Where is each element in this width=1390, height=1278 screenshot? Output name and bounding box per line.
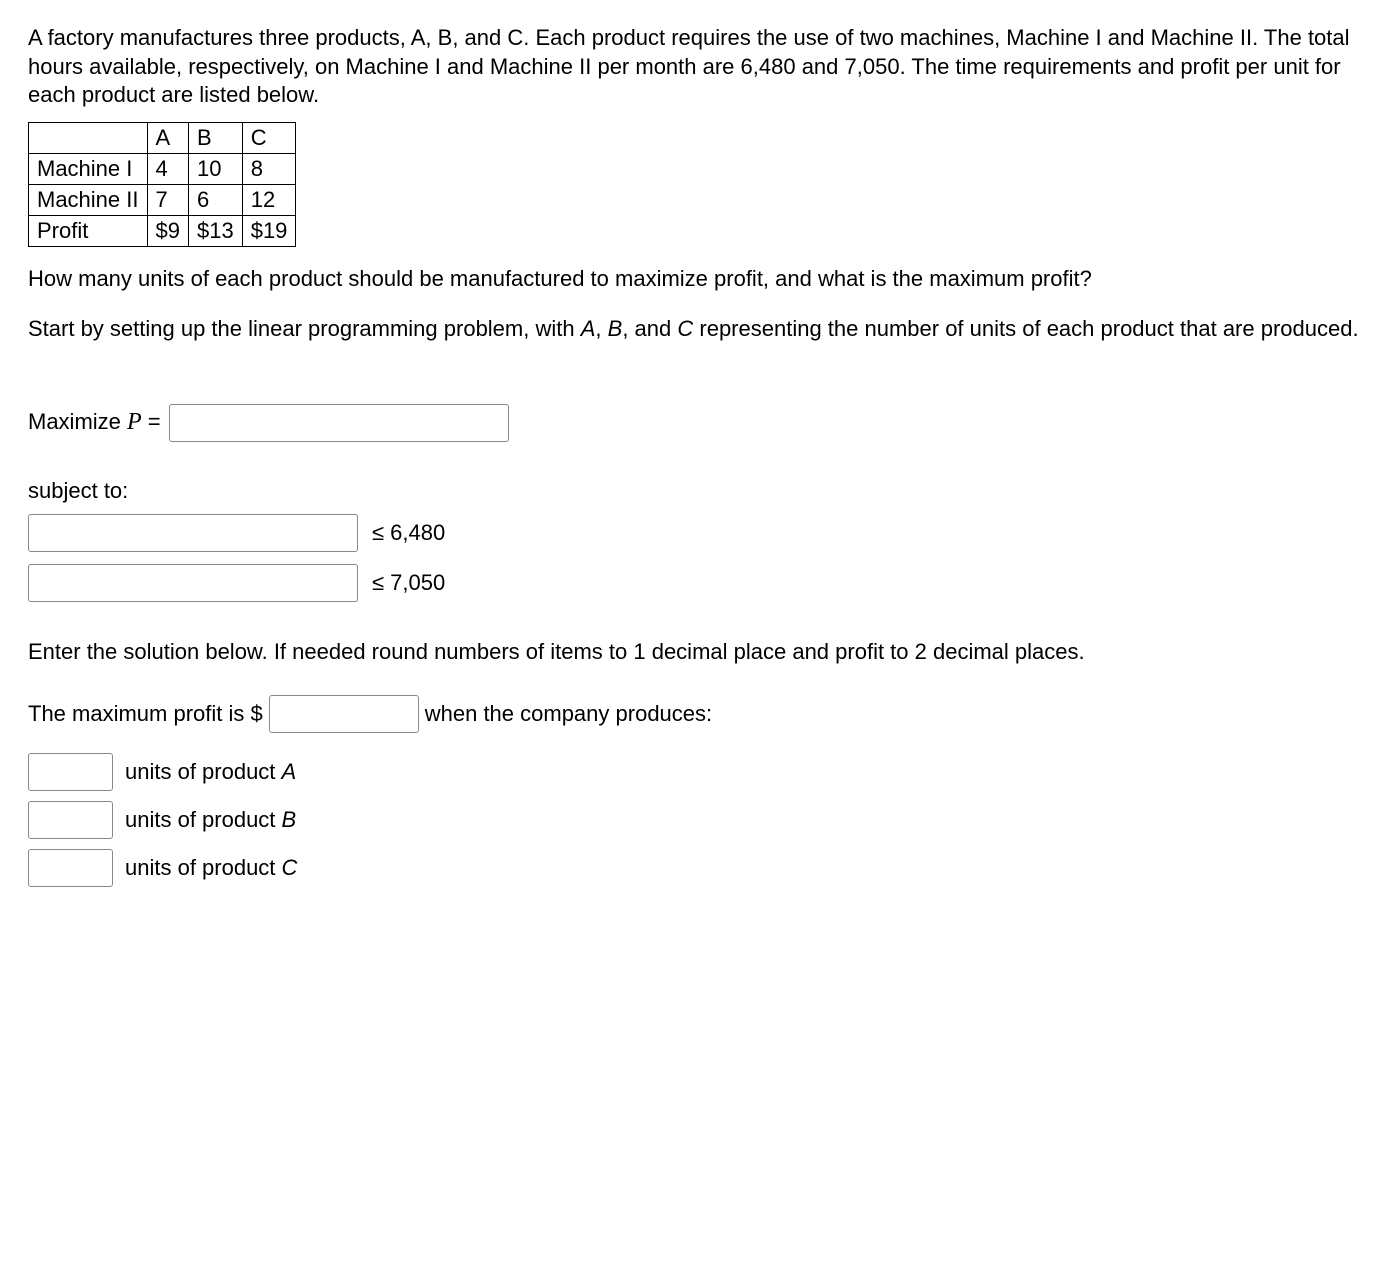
- table-cell: B: [188, 122, 242, 153]
- table-cell: Profit: [29, 215, 148, 246]
- units-row-B: units of product B: [28, 801, 1362, 839]
- table-cell: C: [242, 122, 296, 153]
- var-A: A: [581, 316, 596, 341]
- data-table: A B C Machine I 4 10 8 Machine II 7 6 12…: [28, 122, 296, 247]
- table-cell: 4: [147, 153, 188, 184]
- problem-statement: A factory manufactures three products, A…: [28, 24, 1362, 110]
- max-profit-input[interactable]: [269, 695, 419, 733]
- table-cell: Machine II: [29, 184, 148, 215]
- subject-to-label: subject to:: [28, 478, 1362, 504]
- table-cell: $9: [147, 215, 188, 246]
- table-cell: 10: [188, 153, 242, 184]
- constraint-row-2: ≤ 7,050: [28, 564, 1362, 602]
- constraint-2-rhs: ≤ 7,050: [372, 570, 445, 596]
- units-B-label: units of product B: [125, 807, 296, 833]
- maximize-text: Maximize: [28, 409, 127, 434]
- and-text: , and: [622, 316, 677, 341]
- p-variable: P: [127, 409, 142, 435]
- objective-function-input[interactable]: [169, 404, 509, 442]
- table-cell: [29, 122, 148, 153]
- table-header-row: A B C: [29, 122, 296, 153]
- comma: ,: [595, 316, 607, 341]
- constraint-2-input[interactable]: [28, 564, 358, 602]
- equals-sign: =: [142, 409, 161, 434]
- table-cell: $19: [242, 215, 296, 246]
- units-A-label: units of product A: [125, 759, 296, 785]
- table-cell: 12: [242, 184, 296, 215]
- constraint-1-rhs: ≤ 6,480: [372, 520, 445, 546]
- table-row: Profit $9 $13 $19: [29, 215, 296, 246]
- constraint-1-input[interactable]: [28, 514, 358, 552]
- units-row-C: units of product C: [28, 849, 1362, 887]
- maximize-label: Maximize P =: [28, 409, 161, 436]
- units-B-input[interactable]: [28, 801, 113, 839]
- table-cell: 7: [147, 184, 188, 215]
- units-B-text: units of product: [125, 807, 282, 832]
- profit-prefix: The maximum profit is $: [28, 701, 263, 727]
- instruction-prefix: Start by setting up the linear programmi…: [28, 316, 581, 341]
- product-A: A: [282, 759, 297, 784]
- units-C-input[interactable]: [28, 849, 113, 887]
- units-C-label: units of product C: [125, 855, 297, 881]
- instruction-text: Start by setting up the linear programmi…: [28, 315, 1362, 344]
- units-A-text: units of product: [125, 759, 282, 784]
- constraint-row-1: ≤ 6,480: [28, 514, 1362, 552]
- maximize-row: Maximize P =: [28, 404, 1362, 442]
- constraints-block: ≤ 6,480 ≤ 7,050: [28, 514, 1362, 602]
- table-row: Machine I 4 10 8: [29, 153, 296, 184]
- units-row-A: units of product A: [28, 753, 1362, 791]
- var-C: C: [677, 316, 693, 341]
- product-C: C: [282, 855, 298, 880]
- var-B: B: [608, 316, 623, 341]
- profit-row: The maximum profit is $ when the company…: [28, 695, 1362, 733]
- question-text: How many units of each product should be…: [28, 265, 1362, 294]
- profit-suffix: when the company produces:: [425, 701, 712, 727]
- table-row: Machine II 7 6 12: [29, 184, 296, 215]
- table-cell: A: [147, 122, 188, 153]
- units-A-input[interactable]: [28, 753, 113, 791]
- instruction-suffix: representing the number of units of each…: [693, 316, 1358, 341]
- units-C-text: units of product: [125, 855, 282, 880]
- table-cell: 8: [242, 153, 296, 184]
- table-cell: Machine I: [29, 153, 148, 184]
- product-B: B: [282, 807, 297, 832]
- solution-instructions: Enter the solution below. If needed roun…: [28, 638, 1362, 667]
- table-cell: 6: [188, 184, 242, 215]
- table-cell: $13: [188, 215, 242, 246]
